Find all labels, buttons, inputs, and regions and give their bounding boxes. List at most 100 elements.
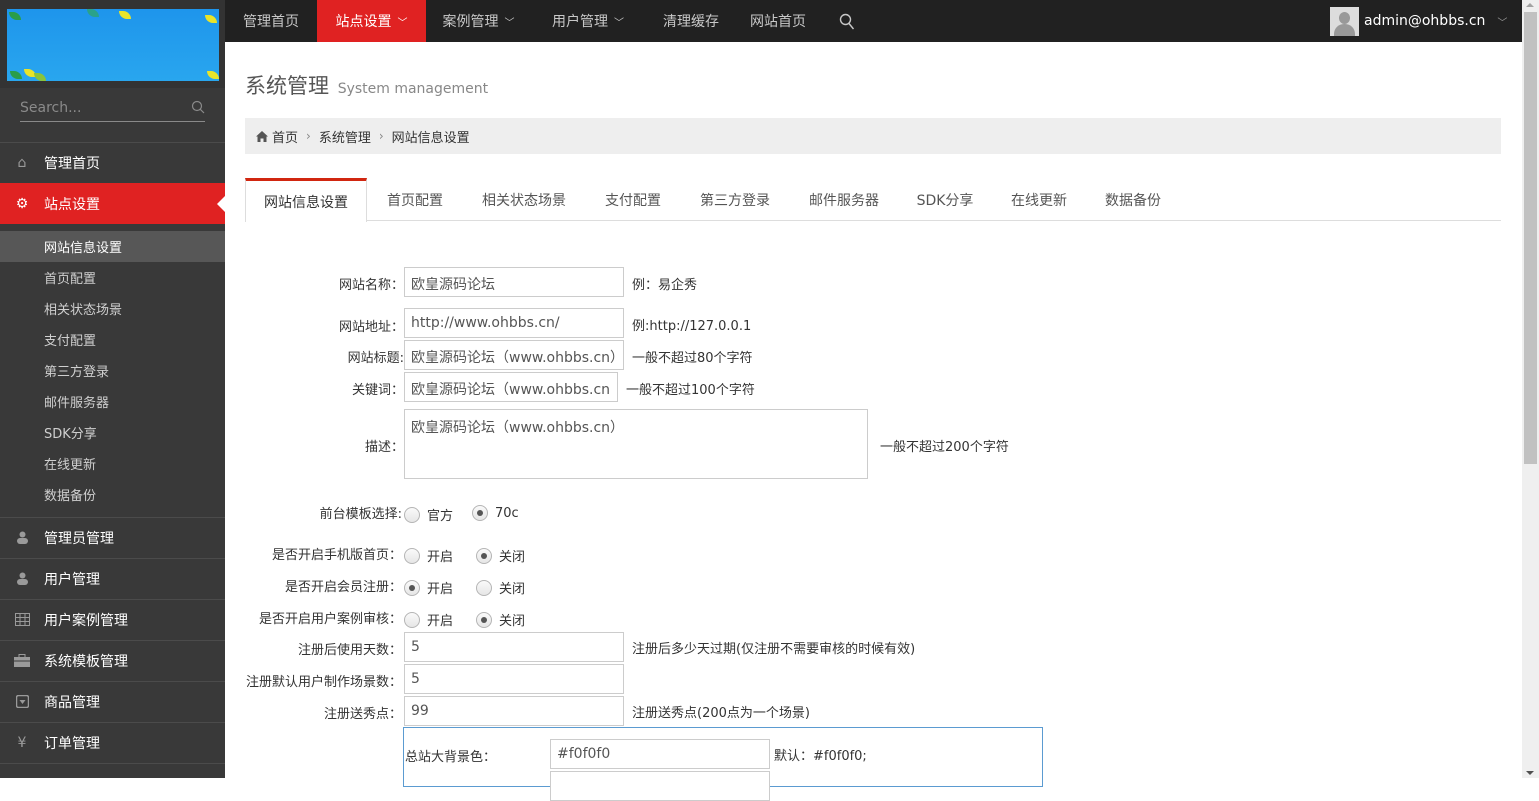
next-color-input[interactable]: [550, 771, 770, 801]
page-scrollbar[interactable]: [1522, 0, 1539, 778]
description-textarea[interactable]: 欧皇源码论坛（www.ohbbs.cn）: [404, 409, 868, 479]
gears-icon: ⚙: [15, 196, 29, 212]
mobile-home-label: 是否开启手机版首页：: [271, 548, 402, 563]
submenu-item-site-info[interactable]: 网站信息设置: [0, 231, 225, 262]
radio-button[interactable]: [476, 547, 492, 564]
site-title-input[interactable]: 欧皇源码论坛（www.ohbbs.cn）: [404, 340, 624, 370]
scrollbar-thumb[interactable]: [1524, 12, 1537, 464]
member-register-radio-on[interactable]: 开启: [404, 578, 453, 597]
trial-days-input[interactable]: 5: [404, 632, 624, 662]
sidebar-item-label: 管理首页: [44, 155, 100, 172]
tab-label: 数据备份: [1105, 192, 1161, 209]
nav-user-management[interactable]: 用户管理 ﹀: [531, 0, 645, 42]
nav-label: 案例管理: [442, 14, 499, 30]
radio-button[interactable]: [404, 547, 420, 564]
radio-button[interactable]: [404, 611, 420, 628]
submenu-item-payment[interactable]: 支付配置: [0, 324, 225, 355]
sidebar-item-user-case-management[interactable]: 用户案例管理: [0, 599, 225, 639]
sidebar-item-admin-management[interactable]: 管理员管理: [0, 517, 225, 557]
sidebar-item-order-management[interactable]: ¥ 订单管理: [0, 722, 225, 762]
sidebar-item-home[interactable]: ⌂ 管理首页: [0, 142, 225, 182]
breadcrumb-home[interactable]: 首页: [272, 127, 298, 146]
submenu-item-data-backup[interactable]: 数据备份: [0, 479, 225, 510]
mobile-home-radio-on[interactable]: 开启: [404, 546, 453, 565]
tab-home-config[interactable]: 首页配置: [371, 178, 459, 221]
logo-banner[interactable]: [7, 9, 219, 81]
search-icon[interactable]: [191, 100, 205, 114]
tab-label: 第三方登录: [700, 192, 770, 209]
keywords-input[interactable]: 欧皇源码论坛（www.ohbbs.cn: [404, 372, 618, 402]
tab-payment[interactable]: 支付配置: [589, 178, 677, 221]
tab-label: 邮件服务器: [809, 192, 879, 209]
tab-third-party-login[interactable]: 第三方登录: [687, 178, 783, 221]
bonus-points-input[interactable]: 99: [404, 696, 624, 726]
tab-online-update[interactable]: 在线更新: [999, 178, 1079, 221]
bg-color-hint: 默认：#f0f0f0;: [774, 749, 867, 764]
avatar: [1330, 6, 1359, 36]
radio-button[interactable]: [472, 505, 488, 521]
site-name-label: 网站名称：: [338, 278, 404, 293]
submenu-item-sdk-share[interactable]: SDK分享: [0, 417, 225, 448]
submenu-item-online-update[interactable]: 在线更新: [0, 448, 225, 479]
radio-button[interactable]: [404, 506, 420, 523]
user-menu[interactable]: admin@ohbbs.cn ﹀: [1330, 6, 1507, 36]
submenu-item-status-scenes[interactable]: 相关状态场景: [0, 293, 225, 324]
search-input[interactable]: Search...: [20, 100, 81, 116]
nav-search-button[interactable]: [831, 0, 863, 42]
submenu-item-third-party-login[interactable]: 第三方登录: [0, 355, 225, 386]
site-name-input[interactable]: 欧皇源码论坛: [404, 267, 624, 297]
submenu-label: 首页配置: [44, 272, 97, 287]
chevron-right-icon: ›: [306, 129, 311, 143]
sidebar-item-more[interactable]: [0, 763, 225, 778]
scroll-up-arrow[interactable]: [1526, 3, 1534, 7]
sidebar-item-user-management[interactable]: 用户管理: [0, 558, 225, 598]
default-scenes-input[interactable]: 5: [404, 664, 624, 694]
bg-color-input[interactable]: #f0f0f0: [550, 739, 770, 769]
logo-area: [0, 0, 225, 88]
nav-site-home[interactable]: 网站首页: [737, 0, 819, 42]
submenu-item-home-config[interactable]: 首页配置: [0, 262, 225, 293]
case-review-radio-off[interactable]: 关闭: [476, 610, 525, 629]
sidebar-item-product-management[interactable]: 商品管理: [0, 681, 225, 721]
site-name-hint: 例：易企秀: [632, 278, 698, 293]
tab-site-info[interactable]: 网站信息设置: [245, 178, 367, 222]
submenu-label: 相关状态场景: [44, 303, 123, 318]
sidebar-item-label: 系统模板管理: [44, 653, 128, 670]
submenu-item-mail-server[interactable]: 邮件服务器: [0, 386, 225, 417]
tab-data-backup[interactable]: 数据备份: [1093, 178, 1173, 221]
radio-label: 开启: [427, 550, 454, 565]
sidebar-search[interactable]: Search...: [20, 96, 205, 122]
nav-admin-home[interactable]: 管理首页: [225, 0, 317, 42]
nav-case-management[interactable]: 案例管理 ﹀: [426, 0, 531, 42]
radio-button[interactable]: [476, 579, 492, 596]
site-title-label: 网站标题:: [347, 351, 404, 366]
member-register-radio-off[interactable]: 关闭: [476, 578, 525, 597]
download-box-icon: [0, 695, 44, 708]
site-url-input[interactable]: http://www.ohbbs.cn/: [404, 308, 624, 338]
radio-button[interactable]: [404, 579, 420, 596]
template-radio-70c[interactable]: 70c: [472, 505, 519, 521]
sidebar-item-label: 订单管理: [44, 735, 100, 752]
nav-clear-cache[interactable]: 清理缓存: [645, 0, 737, 42]
tab-mail-server[interactable]: 邮件服务器: [795, 178, 893, 221]
tab-sdk-share[interactable]: SDK分享: [905, 178, 985, 221]
scroll-down-arrow[interactable]: [1526, 771, 1534, 775]
tab-status-scenes[interactable]: 相关状态场景: [469, 178, 579, 221]
submenu-label: 支付配置: [44, 334, 97, 349]
sidebar-item-label: 管理员管理: [44, 530, 114, 547]
chevron-down-icon: ﹀: [614, 17, 624, 29]
template-radio-official[interactable]: 官方: [404, 505, 453, 524]
breadcrumb-system[interactable]: 系统管理: [319, 127, 371, 146]
description-hint: 一般不超过200个字符: [880, 440, 1009, 455]
breadcrumb-current: 网站信息设置: [391, 130, 470, 146]
yen-icon: ¥: [17, 734, 27, 751]
case-review-radio-on[interactable]: 开启: [404, 610, 453, 629]
mobile-home-radio-off[interactable]: 关闭: [476, 546, 525, 565]
submenu-label: 邮件服务器: [44, 396, 110, 411]
radio-button[interactable]: [476, 611, 492, 628]
sidebar-item-site-settings[interactable]: ⚙ 站点设置: [0, 183, 225, 224]
submenu-label: 第三方登录: [44, 365, 110, 380]
nav-site-settings[interactable]: 站点设置 ﹀: [317, 0, 426, 42]
sidebar-item-template-management[interactable]: 系统模板管理: [0, 640, 225, 680]
page-subtitle: System management: [337, 81, 489, 97]
